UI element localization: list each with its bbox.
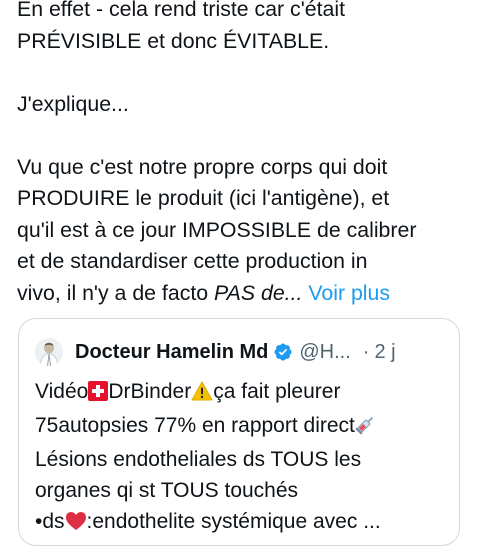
post-line: PRÉVISIBLE et donc ÉVITABLE.	[17, 28, 330, 53]
quoted-text-segment: 75autopsies 77% en rapport direct	[35, 414, 355, 437]
post-line-last: vivo, il n'y a de facto PAS de... Voir p…	[17, 278, 477, 310]
quoted-text-segment: •ds	[35, 510, 65, 533]
quoted-text-segment: DrBinder	[108, 380, 192, 403]
quoted-text-segment: :endothelite systémique avec ...	[86, 510, 381, 533]
quoted-text-segment: ça fait pleurer	[213, 380, 341, 403]
quoted-post-card[interactable]: Docteur Hamelin Md @H... · 2 j Vidéo DrBi…	[18, 318, 460, 546]
warning-emoji	[191, 379, 213, 410]
author-handle[interactable]: @H...	[299, 341, 350, 364]
quoted-post-header: Docteur Hamelin Md @H... · 2 j	[35, 338, 396, 366]
post-line: qu'il est à ce jour IMPOSSIBLE de calibr…	[17, 217, 417, 242]
separator-dot: ·	[362, 340, 370, 363]
verified-badge-icon	[273, 342, 293, 362]
quoted-line: Lésions endotheliales ds TOUS les	[35, 448, 362, 471]
post-time[interactable]: 2 j	[374, 341, 395, 364]
quoted-line: organes qi st TOUS touchés	[35, 479, 299, 502]
post-line: En effet - cela rend triste car c'était	[17, 0, 346, 21]
post-line: Vu que c'est notre propre corps qui doit	[17, 154, 388, 179]
quoted-line: Vidéo DrBinder ça fait pleurer	[35, 376, 450, 410]
quoted-post-text: Vidéo DrBinder ça fait pleurer 75autopsies…	[35, 376, 450, 540]
swiss-flag-emoji	[88, 379, 109, 410]
show-more-link[interactable]: Voir plus	[308, 281, 390, 305]
author-name[interactable]: Docteur Hamelin Md	[75, 341, 268, 364]
quoted-text-segment: Vidéo	[35, 380, 89, 403]
quoted-line: 75autopsies 77% en rapport direct	[35, 410, 450, 444]
avatar[interactable]	[35, 338, 63, 366]
post-text: En effet - cela rend triste car c'était …	[17, 0, 477, 309]
quoted-line: •ds :endothelite systémique avec ...	[35, 506, 450, 540]
red-heart-emoji	[65, 509, 87, 540]
post-text-truncated: PAS de...	[214, 280, 303, 305]
post-text-start: vivo, il n'y a de facto	[17, 280, 215, 305]
post-line: J'explique...	[17, 91, 129, 116]
syringe-emoji	[355, 413, 377, 444]
post-line: et de standardiser cette production in	[17, 249, 368, 273]
post-line: PRODUIRE le produit (ici l'antigène), et	[17, 186, 390, 210]
